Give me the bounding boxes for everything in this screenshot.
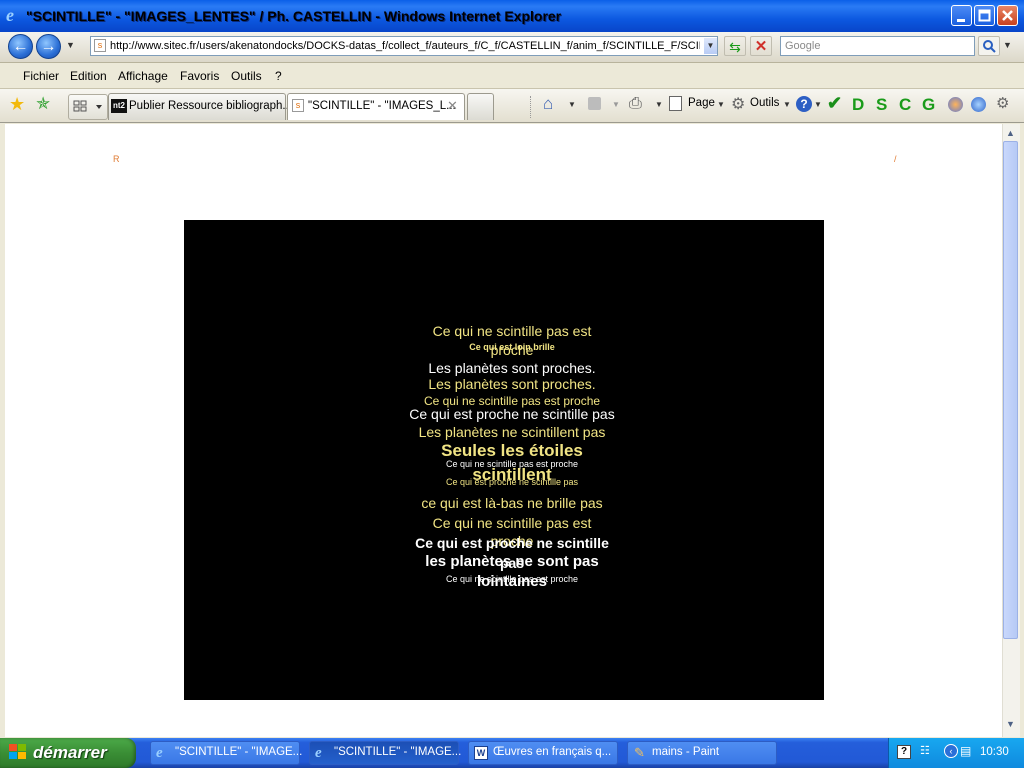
menu-affichage[interactable]: Affichage [118, 69, 168, 83]
add-favorites-icon[interactable]: ✯ [36, 94, 50, 114]
menu-edition[interactable]: Edition [70, 69, 107, 83]
addon-icon[interactable] [948, 97, 963, 112]
check-icon[interactable]: ✔ [827, 93, 842, 114]
search-options-icon[interactable]: ▼ [1003, 40, 1012, 50]
windows-logo-icon [9, 744, 27, 760]
search-icon[interactable] [978, 36, 1000, 56]
help-tray-icon[interactable]: ? [897, 745, 911, 759]
new-tab-button[interactable] [467, 93, 494, 120]
help-icon[interactable]: ? [796, 96, 812, 112]
poem-line: Ce qui est proche ne scintille pas [409, 406, 615, 422]
c-icon[interactable]: C [899, 95, 911, 115]
poem-line: pas [499, 555, 525, 571]
poem-line: Les planètes ne scintillent pas [418, 424, 606, 440]
home-dropdown-icon[interactable]: ▼ [568, 100, 576, 109]
poem-line: ce qui est là-bas ne brille pas [421, 495, 603, 511]
search-placeholder: Google [785, 40, 821, 52]
feeds-icon[interactable] [588, 97, 601, 110]
settings-icon[interactable]: ⚙ [996, 94, 1009, 112]
minimize-button[interactable] [951, 5, 972, 26]
favorites-star-icon[interactable]: ★ [9, 94, 25, 115]
clock: 10:30 [980, 746, 1009, 758]
scroll-up-icon[interactable]: ▲ [1003, 125, 1018, 141]
page-icon: s [292, 99, 304, 112]
tools-menu-label[interactable]: Outils [750, 97, 779, 109]
window-title: "SCINTILLE" - "IMAGES_LENTES" / Ph. CAST… [26, 8, 562, 24]
poem-line: Ce qui ne scintille pas est [432, 323, 592, 339]
tools-dropdown-icon[interactable]: ▼ [783, 100, 791, 109]
scroll-down-icon[interactable]: ▼ [1003, 716, 1018, 732]
tab-label: "SCINTILLE" - "IMAGES_L... [308, 100, 456, 112]
print-dropdown-icon[interactable]: ▼ [655, 100, 663, 109]
page-menu-icon[interactable] [669, 96, 682, 111]
scroll-thumb[interactable] [1003, 141, 1018, 639]
back-button[interactable]: ← [8, 34, 33, 59]
help-dropdown-icon[interactable]: ▼ [814, 100, 822, 109]
s-icon[interactable]: S [876, 95, 887, 115]
ie-icon: e [315, 745, 322, 761]
poem-line: Ce qui est proche ne scintille [415, 535, 609, 551]
poem-line: lointaines [476, 573, 547, 590]
start-label: démarrer [33, 743, 107, 762]
poem-line: Les planètes sont proches. [428, 376, 596, 392]
poem-line: Ce qui ne scintille pas est [432, 515, 592, 531]
address-dropdown-icon[interactable]: ▼ [704, 38, 717, 54]
page-right-mark: / [894, 154, 897, 164]
home-icon[interactable]: ⌂ [543, 94, 553, 114]
ie-icon: e [6, 5, 14, 25]
g-icon[interactable]: G [922, 95, 935, 115]
d-icon[interactable]: D [852, 95, 864, 115]
close-tab-icon[interactable]: ✕ [447, 98, 458, 114]
history-dropdown-icon[interactable]: ▼ [66, 40, 75, 50]
tab-label: Publier Ressource bibliograph... [129, 100, 293, 112]
menu-favoris[interactable]: Favoris [180, 69, 219, 83]
quick-tabs-button[interactable] [68, 94, 108, 120]
globe-icon[interactable] [971, 97, 986, 112]
page-favicon-icon: s [94, 39, 106, 52]
taskbar-item-label: mains - Paint [652, 746, 720, 758]
poem-line: Ce qui est proche ne scintille pas [445, 477, 579, 487]
word-icon: W [474, 746, 488, 760]
menu-outils[interactable]: Outils [231, 69, 262, 83]
refresh-icon[interactable]: ⇆ [724, 36, 746, 56]
address-url[interactable]: http://www.sitec.fr/users/akenatondocks/… [110, 40, 700, 52]
gear-icon[interactable]: ⚙ [731, 94, 745, 114]
poem-line: Seules les étoiles [441, 441, 583, 460]
tray-app-icon[interactable]: ▤ [960, 744, 971, 758]
stop-icon[interactable]: ✕ [750, 36, 772, 56]
close-button[interactable] [997, 5, 1018, 26]
nt2-icon: nt2 [111, 99, 127, 113]
forward-button[interactable]: → [36, 34, 61, 59]
page-left-mark: R [113, 154, 120, 164]
feeds-dropdown-icon: ▼ [612, 100, 620, 109]
page-menu-label[interactable]: Page [688, 97, 715, 109]
network-icon[interactable]: ☷ [920, 744, 930, 757]
menu-help[interactable]: ? [275, 69, 282, 83]
print-icon[interactable]: ⎙ [629, 95, 642, 113]
poem-line: Les planètes sont proches. [428, 360, 596, 376]
taskbar-item-label: "SCINTILLE" - "IMAGE... [334, 746, 462, 758]
paint-icon: ✎ [634, 745, 645, 760]
show-hidden-icons[interactable]: ‹ [944, 744, 958, 758]
maximize-button[interactable] [974, 5, 995, 26]
poem-line: proche [490, 342, 534, 358]
taskbar-item-label: "SCINTILLE" - "IMAGE... [175, 746, 303, 758]
page-dropdown-icon[interactable]: ▼ [717, 100, 725, 109]
toolbar-divider [530, 96, 532, 118]
menu-fichier[interactable]: Fichier [23, 69, 59, 83]
taskbar-item-label: Œuvres en français q... [493, 746, 612, 758]
ie-icon: e [156, 745, 163, 761]
